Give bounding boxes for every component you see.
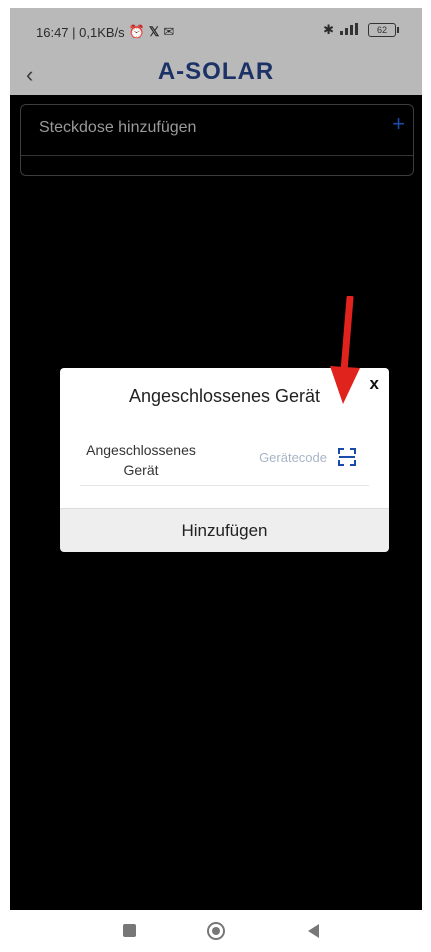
app-frame: 16:47 | 0,1KB/s ⏰ 𝕏 ✉ ✱ 62 ‹ A-SOLAR Ste… bbox=[10, 8, 422, 910]
red-arrow-annotation bbox=[330, 296, 360, 404]
x-icon: 𝕏 bbox=[148, 24, 160, 39]
device-code-input[interactable]: Gerätecode bbox=[259, 450, 327, 465]
nav-square-icon[interactable] bbox=[120, 921, 140, 941]
page-title: A-SOLAR bbox=[157, 58, 275, 85]
status-left: 16:47 | 0,1KB/s ⏰ 𝕏 ✉ bbox=[36, 24, 174, 40]
scan-icon[interactable] bbox=[337, 447, 357, 467]
field-underline bbox=[80, 485, 369, 486]
nav-triangle-icon[interactable] bbox=[304, 921, 324, 941]
app-header: 16:47 | 0,1KB/s ⏰ 𝕏 ✉ ✱ 62 ‹ A-SOLAR bbox=[10, 8, 422, 95]
add-button[interactable]: Hinzufügen bbox=[60, 508, 389, 552]
status-time-speed: 16:47 | 0,1KB/s bbox=[36, 24, 125, 40]
battery-icon: 62 bbox=[368, 23, 399, 37]
close-icon[interactable]: x bbox=[370, 374, 379, 394]
device-field-label-line2: Gerät bbox=[123, 462, 159, 478]
system-nav-bar bbox=[0, 910, 431, 952]
device-field-label-line1: Angeschlossenes bbox=[86, 442, 196, 458]
status-bar: 16:47 | 0,1KB/s ⏰ 𝕏 ✉ ✱ 62 bbox=[10, 8, 422, 52]
message-icon: ✉ bbox=[163, 24, 175, 39]
card-divider bbox=[21, 155, 413, 156]
bluetooth-icon: ✱ bbox=[323, 22, 334, 37]
plus-icon[interactable]: + bbox=[392, 111, 405, 137]
nav-circle-icon[interactable] bbox=[206, 921, 226, 941]
device-field-label: Angeschlossenes Gerät bbox=[86, 440, 196, 480]
signal-icon bbox=[340, 22, 362, 38]
add-socket-label: Steckdose hinzufügen bbox=[39, 119, 197, 136]
add-socket-card[interactable]: Steckdose hinzufügen + bbox=[20, 104, 414, 176]
alarm-icon: ⏰ bbox=[128, 24, 145, 39]
status-right: ✱ 62 bbox=[323, 22, 399, 38]
